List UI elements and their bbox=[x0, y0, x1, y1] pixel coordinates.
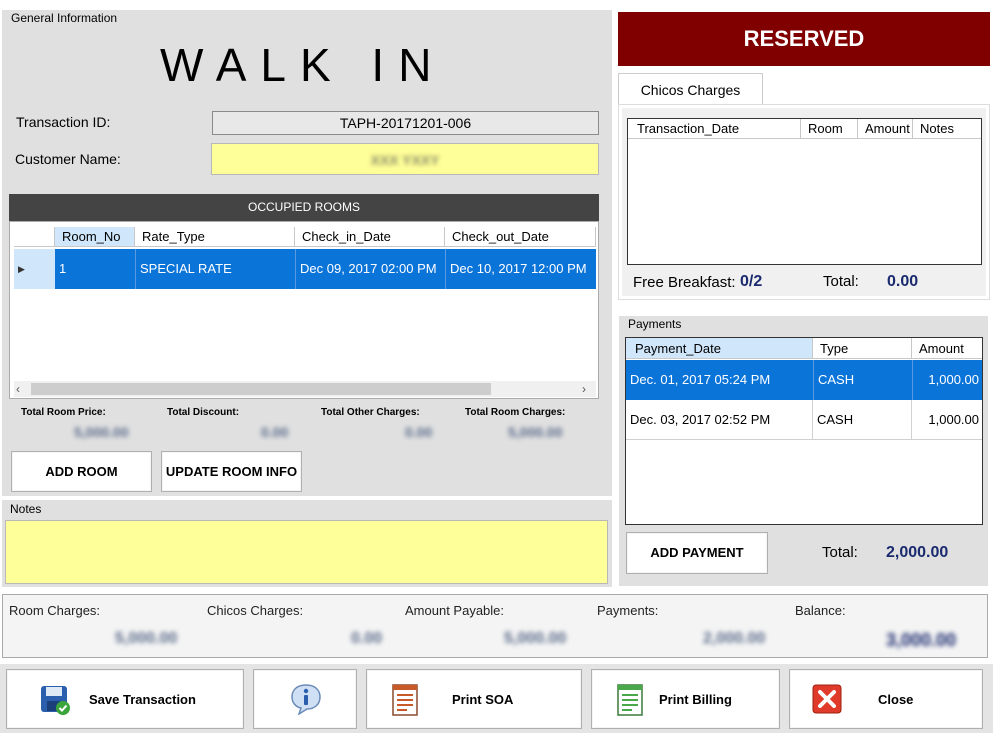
summary-payable-label: Amount Payable: bbox=[405, 603, 505, 618]
cell-payment-amount[interactable]: 1,000.00 bbox=[912, 400, 982, 440]
notes-title: Notes bbox=[10, 502, 42, 516]
customer-name-value: XXX YXXY bbox=[370, 152, 440, 168]
total-other-charges-value: 0.00 bbox=[405, 424, 433, 440]
customer-name-label-text: Customer Name: bbox=[15, 151, 121, 167]
cell-payment-type[interactable]: CASH bbox=[813, 360, 912, 400]
payments-total-value: 2,000.00 bbox=[886, 544, 949, 561]
cell-check-out[interactable]: Dec 10, 2017 12:00 PM bbox=[445, 249, 596, 289]
chicos-total-value: 0.00 bbox=[887, 273, 919, 290]
save-icon bbox=[41, 686, 70, 715]
save-transaction-button[interactable]: Save Transaction bbox=[6, 669, 244, 729]
save-transaction-label: Save Transaction bbox=[89, 692, 196, 707]
close-icon bbox=[812, 684, 842, 714]
notes-field[interactable] bbox=[5, 520, 608, 584]
cell-payment-date[interactable]: Dec. 03, 2017 02:52 PM bbox=[626, 400, 813, 440]
summary-chicos-value: 0.00 bbox=[351, 630, 383, 647]
row-header-corner bbox=[14, 227, 55, 247]
scroll-left-icon[interactable]: ‹ bbox=[16, 381, 30, 397]
billing-document-icon bbox=[617, 684, 643, 716]
soa-document-icon bbox=[392, 684, 418, 716]
cell-payment-amount[interactable]: 1,000.00 bbox=[912, 360, 982, 400]
info-button[interactable] bbox=[253, 669, 357, 729]
summary-chicos-label: Chicos Charges: bbox=[207, 603, 304, 618]
col-payment-amount[interactable]: Amount bbox=[912, 338, 982, 359]
customer-name-field[interactable]: XXX YXXY bbox=[211, 143, 599, 175]
scroll-thumb[interactable] bbox=[31, 383, 491, 395]
close-label: Close bbox=[878, 692, 914, 707]
cell-payment-date[interactable]: Dec. 01, 2017 05:24 PM bbox=[626, 360, 813, 400]
horizontal-scrollbar[interactable]: ‹ › bbox=[14, 381, 596, 397]
summary-balance-value: 3,000.00 bbox=[886, 630, 957, 650]
free-breakfast-label: Free Breakfast: bbox=[633, 274, 736, 291]
summary-room-charges-label: Room Charges: bbox=[9, 603, 101, 618]
rooms-grid[interactable]: Room_No Rate_Type Check_in_Date Check_ou… bbox=[14, 227, 596, 397]
close-button[interactable]: Close bbox=[789, 669, 983, 729]
summary-balance-label: Balance: bbox=[795, 603, 846, 618]
col-rate-type[interactable]: Rate_Type bbox=[135, 227, 295, 247]
tab-chicos-charges[interactable]: Chicos Charges bbox=[618, 73, 763, 105]
occupied-rooms-title: OCCUPIED ROOMS bbox=[247, 200, 360, 214]
summary-payable-value: 5,000.00 bbox=[504, 630, 567, 647]
chicos-grid[interactable]: Transaction_Date Room Amount Notes bbox=[627, 118, 982, 265]
tab-chicos-charges-label: Chicos Charges bbox=[640, 82, 741, 98]
summary-payments-label: Payments: bbox=[597, 603, 659, 618]
col-check-out[interactable]: Check_out_Date bbox=[445, 227, 596, 247]
col-type[interactable]: Type bbox=[813, 338, 912, 359]
reserved-status-banner: RESERVED bbox=[618, 12, 990, 66]
cell-room-no[interactable]: 1 bbox=[55, 249, 135, 289]
payments-total-label: Total: bbox=[822, 544, 858, 561]
print-soa-button[interactable]: Print SOA bbox=[366, 669, 582, 729]
print-billing-label: Print Billing bbox=[659, 692, 732, 707]
col-check-in[interactable]: Check_in_Date bbox=[295, 227, 445, 247]
transaction-id-field[interactable]: TAPH-20171201-006 bbox=[212, 111, 599, 135]
info-icon bbox=[291, 684, 321, 715]
chicos-total-label: Total: bbox=[823, 273, 859, 290]
payments-grid[interactable]: Payment_Date Type Amount Dec. 01, 2017 0… bbox=[625, 337, 983, 525]
occupied-rooms-frame: Room_No Rate_Type Check_in_Date Check_ou… bbox=[9, 221, 599, 399]
col-room-no[interactable]: Room_No bbox=[55, 227, 135, 247]
col-transaction-date[interactable]: Transaction_Date bbox=[628, 119, 801, 139]
walk-in-title: WALK IN bbox=[160, 39, 446, 91]
row-selector[interactable]: ▶ bbox=[14, 249, 55, 289]
cell-check-in[interactable]: Dec 09, 2017 02:00 PM bbox=[295, 249, 445, 289]
total-discount-value: 0.00 bbox=[261, 424, 289, 440]
add-room-button[interactable]: ADD ROOM bbox=[11, 451, 152, 492]
update-room-info-button[interactable]: UPDATE ROOM INFO bbox=[161, 451, 302, 492]
total-room-price-label: Total Room Price: bbox=[21, 407, 106, 418]
print-soa-label: Print SOA bbox=[452, 692, 514, 707]
col-payment-date[interactable]: Payment_Date bbox=[626, 338, 813, 359]
cell-payment-type[interactable]: CASH bbox=[813, 400, 912, 440]
col-room[interactable]: Room bbox=[801, 119, 858, 139]
payments-title: Payments bbox=[628, 317, 682, 331]
summary-room-charges-value: 5,000.00 bbox=[115, 630, 178, 647]
total-discount-label: Total Discount: bbox=[167, 407, 240, 418]
occupied-rooms-header: OCCUPIED ROOMS bbox=[9, 194, 599, 221]
total-other-charges-label: Total Other Charges: bbox=[321, 407, 420, 418]
reserved-status-label: RESERVED bbox=[743, 26, 865, 51]
add-payment-button[interactable]: ADD PAYMENT bbox=[626, 532, 768, 574]
free-breakfast-value: 0/2 bbox=[740, 273, 763, 290]
general-information-title: General Information bbox=[11, 11, 118, 25]
total-room-price-value: 5,000.00 bbox=[74, 424, 129, 440]
transaction-id-value: TAPH-20171201-006 bbox=[339, 115, 472, 131]
scroll-right-icon[interactable]: › bbox=[582, 381, 596, 397]
total-room-charges-value: 5,000.00 bbox=[508, 424, 563, 440]
transaction-id-label: Transaction ID: bbox=[16, 114, 111, 130]
total-room-charges-label: Total Room Charges: bbox=[465, 407, 566, 418]
col-notes[interactable]: Notes bbox=[913, 119, 981, 139]
cell-rate-type[interactable]: SPECIAL RATE bbox=[135, 249, 295, 289]
col-amount[interactable]: Amount bbox=[858, 119, 913, 139]
print-billing-button[interactable]: Print Billing bbox=[591, 669, 780, 729]
summary-payments-value: 2,000.00 bbox=[703, 630, 766, 647]
